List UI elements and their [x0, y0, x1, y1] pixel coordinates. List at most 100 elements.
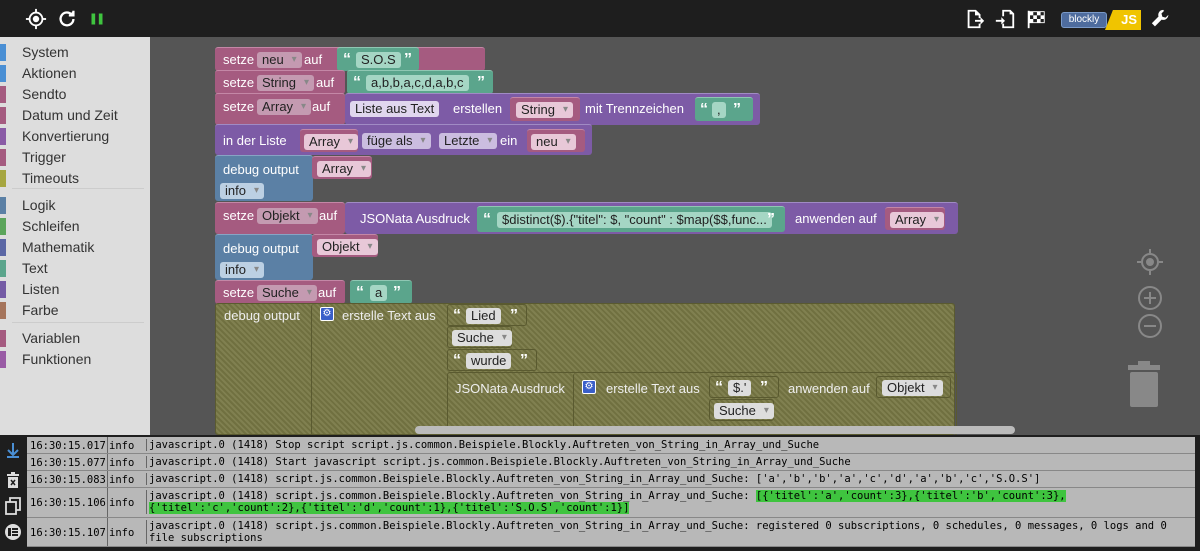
variable-dropdown[interactable]: Array: [304, 134, 359, 150]
text-field[interactable]: ,: [712, 102, 726, 118]
toolbox-category-trigger[interactable]: Trigger: [0, 147, 150, 168]
variable-dropdown[interactable]: neu: [531, 134, 576, 150]
variable-dropdown[interactable]: Objekt: [882, 380, 943, 396]
mode-dropdown[interactable]: füge als: [362, 133, 431, 149]
create-text-block[interactable]: ⚙ erstelle Text aus “ Lied ” Suche “ wurde ”…: [311, 304, 957, 435]
toolbox-category-text[interactable]: Text: [0, 258, 150, 279]
log-message: javascript.0 (1418) script.js.common.Bei…: [146, 520, 1191, 544]
text-block[interactable]: “ a ”: [350, 280, 412, 304]
toolbox-category-listen[interactable]: Listen: [0, 279, 150, 300]
toolbox-category-konvertierung[interactable]: Konvertierung: [0, 126, 150, 147]
text-block[interactable]: “, ”: [695, 97, 753, 121]
toolbox-category-system[interactable]: System: [0, 42, 150, 63]
jsonata-label: JSONata Ausdruck: [455, 381, 565, 396]
toolbox-category-schleifen[interactable]: Schleifen: [0, 216, 150, 237]
text-block[interactable]: “ $.' ”: [709, 376, 779, 398]
text-block[interactable]: “ a,b,b,a,c,d,a,b,c ”: [347, 70, 493, 94]
scroll-down-icon[interactable]: [4, 441, 22, 459]
toolbox-category-funktionen[interactable]: Funktionen: [0, 349, 150, 370]
target-icon[interactable]: [23, 6, 49, 32]
category-label: Schleifen: [22, 218, 80, 234]
text-block[interactable]: “ $distinct($).{"titel": $, "count" : $ma…: [477, 206, 785, 232]
variable-dropdown[interactable]: Suche: [452, 330, 512, 346]
variable-dropdown[interactable]: String: [516, 102, 573, 118]
variable-dropdown[interactable]: neu: [257, 52, 302, 68]
text-block[interactable]: “ S.O.S ”: [337, 47, 419, 71]
list-insert-block[interactable]: in der Liste Array füge als Letzte ein n…: [215, 124, 592, 155]
auf-label: auf: [304, 52, 323, 67]
variable-getter-block[interactable]: Suche: [709, 399, 774, 421]
jsonata-block[interactable]: JSONata Ausdruck “ $distinct($).{"titel":…: [345, 202, 958, 234]
blockly-workspace[interactable]: setze neu auf “ S.O.S ” setze String auf…: [150, 37, 1200, 435]
toggle-panel-icon[interactable]: [4, 523, 22, 541]
debug-output-label: debug output: [224, 308, 300, 323]
ein-label: ein: [500, 133, 518, 148]
clear-log-icon[interactable]: [4, 471, 22, 489]
blockly-toolbox: System Aktionen Sendto Datum und Zeit Konver…: [0, 37, 150, 435]
toolbox-category-logik[interactable]: Logik: [0, 195, 150, 216]
position-dropdown[interactable]: Letzte: [439, 133, 498, 149]
variable-getter-block[interactable]: Array: [885, 207, 945, 230]
variable-getter-block[interactable]: Objekt: [312, 234, 378, 257]
trash-icon[interactable]: [1125, 359, 1163, 414]
log-level-dropdown[interactable]: info: [220, 183, 264, 199]
toolbox-category-farbe[interactable]: Farbe: [0, 300, 150, 321]
text-block[interactable]: “ wurde ”: [447, 349, 537, 371]
variable-getter-block[interactable]: Objekt: [876, 376, 951, 398]
jsonata-expression-field[interactable]: $distinct($).{"titel": $, "count" : $map…: [497, 212, 772, 228]
variable-dropdown[interactable]: Suche: [714, 403, 774, 419]
variable-dropdown[interactable]: Array: [257, 99, 312, 115]
export-icon[interactable]: [962, 6, 988, 32]
zoom-out-icon[interactable]: [1137, 313, 1163, 344]
blockly-js-logo[interactable]: blockly JS: [1061, 10, 1141, 30]
list-from-text-block[interactable]: Liste aus Text erstellen String mit Tren…: [345, 93, 760, 125]
debug-output-block[interactable]: debug output info: [215, 155, 313, 201]
debug-output-block[interactable]: debug output info: [215, 234, 313, 280]
flag-icon[interactable]: [1023, 6, 1049, 32]
wrench-icon[interactable]: [1148, 6, 1174, 32]
copy-icon[interactable]: [4, 497, 22, 515]
set-variable-block[interactable]: setze Array auf: [215, 93, 345, 125]
jsonata-label: JSONata Ausdruck: [360, 211, 470, 226]
toolbox-category-mathematik[interactable]: Mathematik: [0, 237, 150, 258]
pause-icon[interactable]: [84, 6, 110, 32]
log-timestamp: 16:30:15.083: [30, 473, 106, 486]
auf-label: auf: [318, 285, 337, 300]
reload-icon[interactable]: [54, 6, 80, 32]
text-field[interactable]: a,b,b,a,c,d,a,b,c: [366, 75, 469, 91]
set-variable-block[interactable]: setze Objekt auf: [215, 202, 345, 234]
variable-getter-block[interactable]: String: [510, 97, 580, 121]
import-icon[interactable]: [992, 6, 1018, 32]
log-level-dropdown[interactable]: info: [220, 262, 264, 278]
toolbox-category-aktionen[interactable]: Aktionen: [0, 63, 150, 84]
text-field[interactable]: Lied: [466, 308, 501, 324]
horizontal-scrollbar[interactable]: [415, 426, 1015, 434]
variable-getter-block[interactable]: Suche: [447, 326, 512, 348]
zoom-in-icon[interactable]: [1137, 285, 1163, 316]
toolbox-category-datum-und-zeit[interactable]: Datum und Zeit: [0, 105, 150, 126]
variable-dropdown[interactable]: Objekt: [257, 208, 318, 224]
variable-getter-block[interactable]: neu: [527, 129, 585, 152]
text-block[interactable]: “ Lied ”: [447, 304, 527, 326]
variable-dropdown[interactable]: Objekt: [317, 239, 378, 255]
text-field[interactable]: S.O.S: [356, 52, 401, 68]
variable-dropdown[interactable]: Suche: [257, 285, 317, 301]
toolbox-category-variablen[interactable]: Variablen: [0, 328, 150, 349]
variable-dropdown[interactable]: Array: [890, 212, 945, 228]
text-field[interactable]: $.': [728, 380, 752, 396]
recenter-icon[interactable]: [1135, 247, 1165, 282]
variable-getter-block[interactable]: Array: [300, 129, 359, 152]
variable-dropdown[interactable]: Array: [317, 161, 372, 177]
debug-output-label: debug output: [223, 241, 299, 256]
gear-icon[interactable]: ⚙: [582, 380, 596, 394]
debug-output-block-disabled[interactable]: debug output ⚙ erstelle Text aus “ Lied ” …: [215, 303, 957, 435]
set-variable-block[interactable]: setze String auf: [215, 70, 345, 94]
toolbox-category-sendto[interactable]: Sendto: [0, 84, 150, 105]
text-field[interactable]: wurde: [466, 353, 512, 369]
text-field[interactable]: a: [370, 285, 388, 301]
gear-icon[interactable]: ⚙: [320, 307, 334, 321]
set-variable-block[interactable]: setze Suche auf: [215, 280, 345, 304]
variable-getter-block[interactable]: Array: [312, 156, 372, 179]
toolbox-category-timeouts[interactable]: Timeouts: [0, 168, 150, 189]
variable-dropdown[interactable]: String: [257, 75, 314, 91]
